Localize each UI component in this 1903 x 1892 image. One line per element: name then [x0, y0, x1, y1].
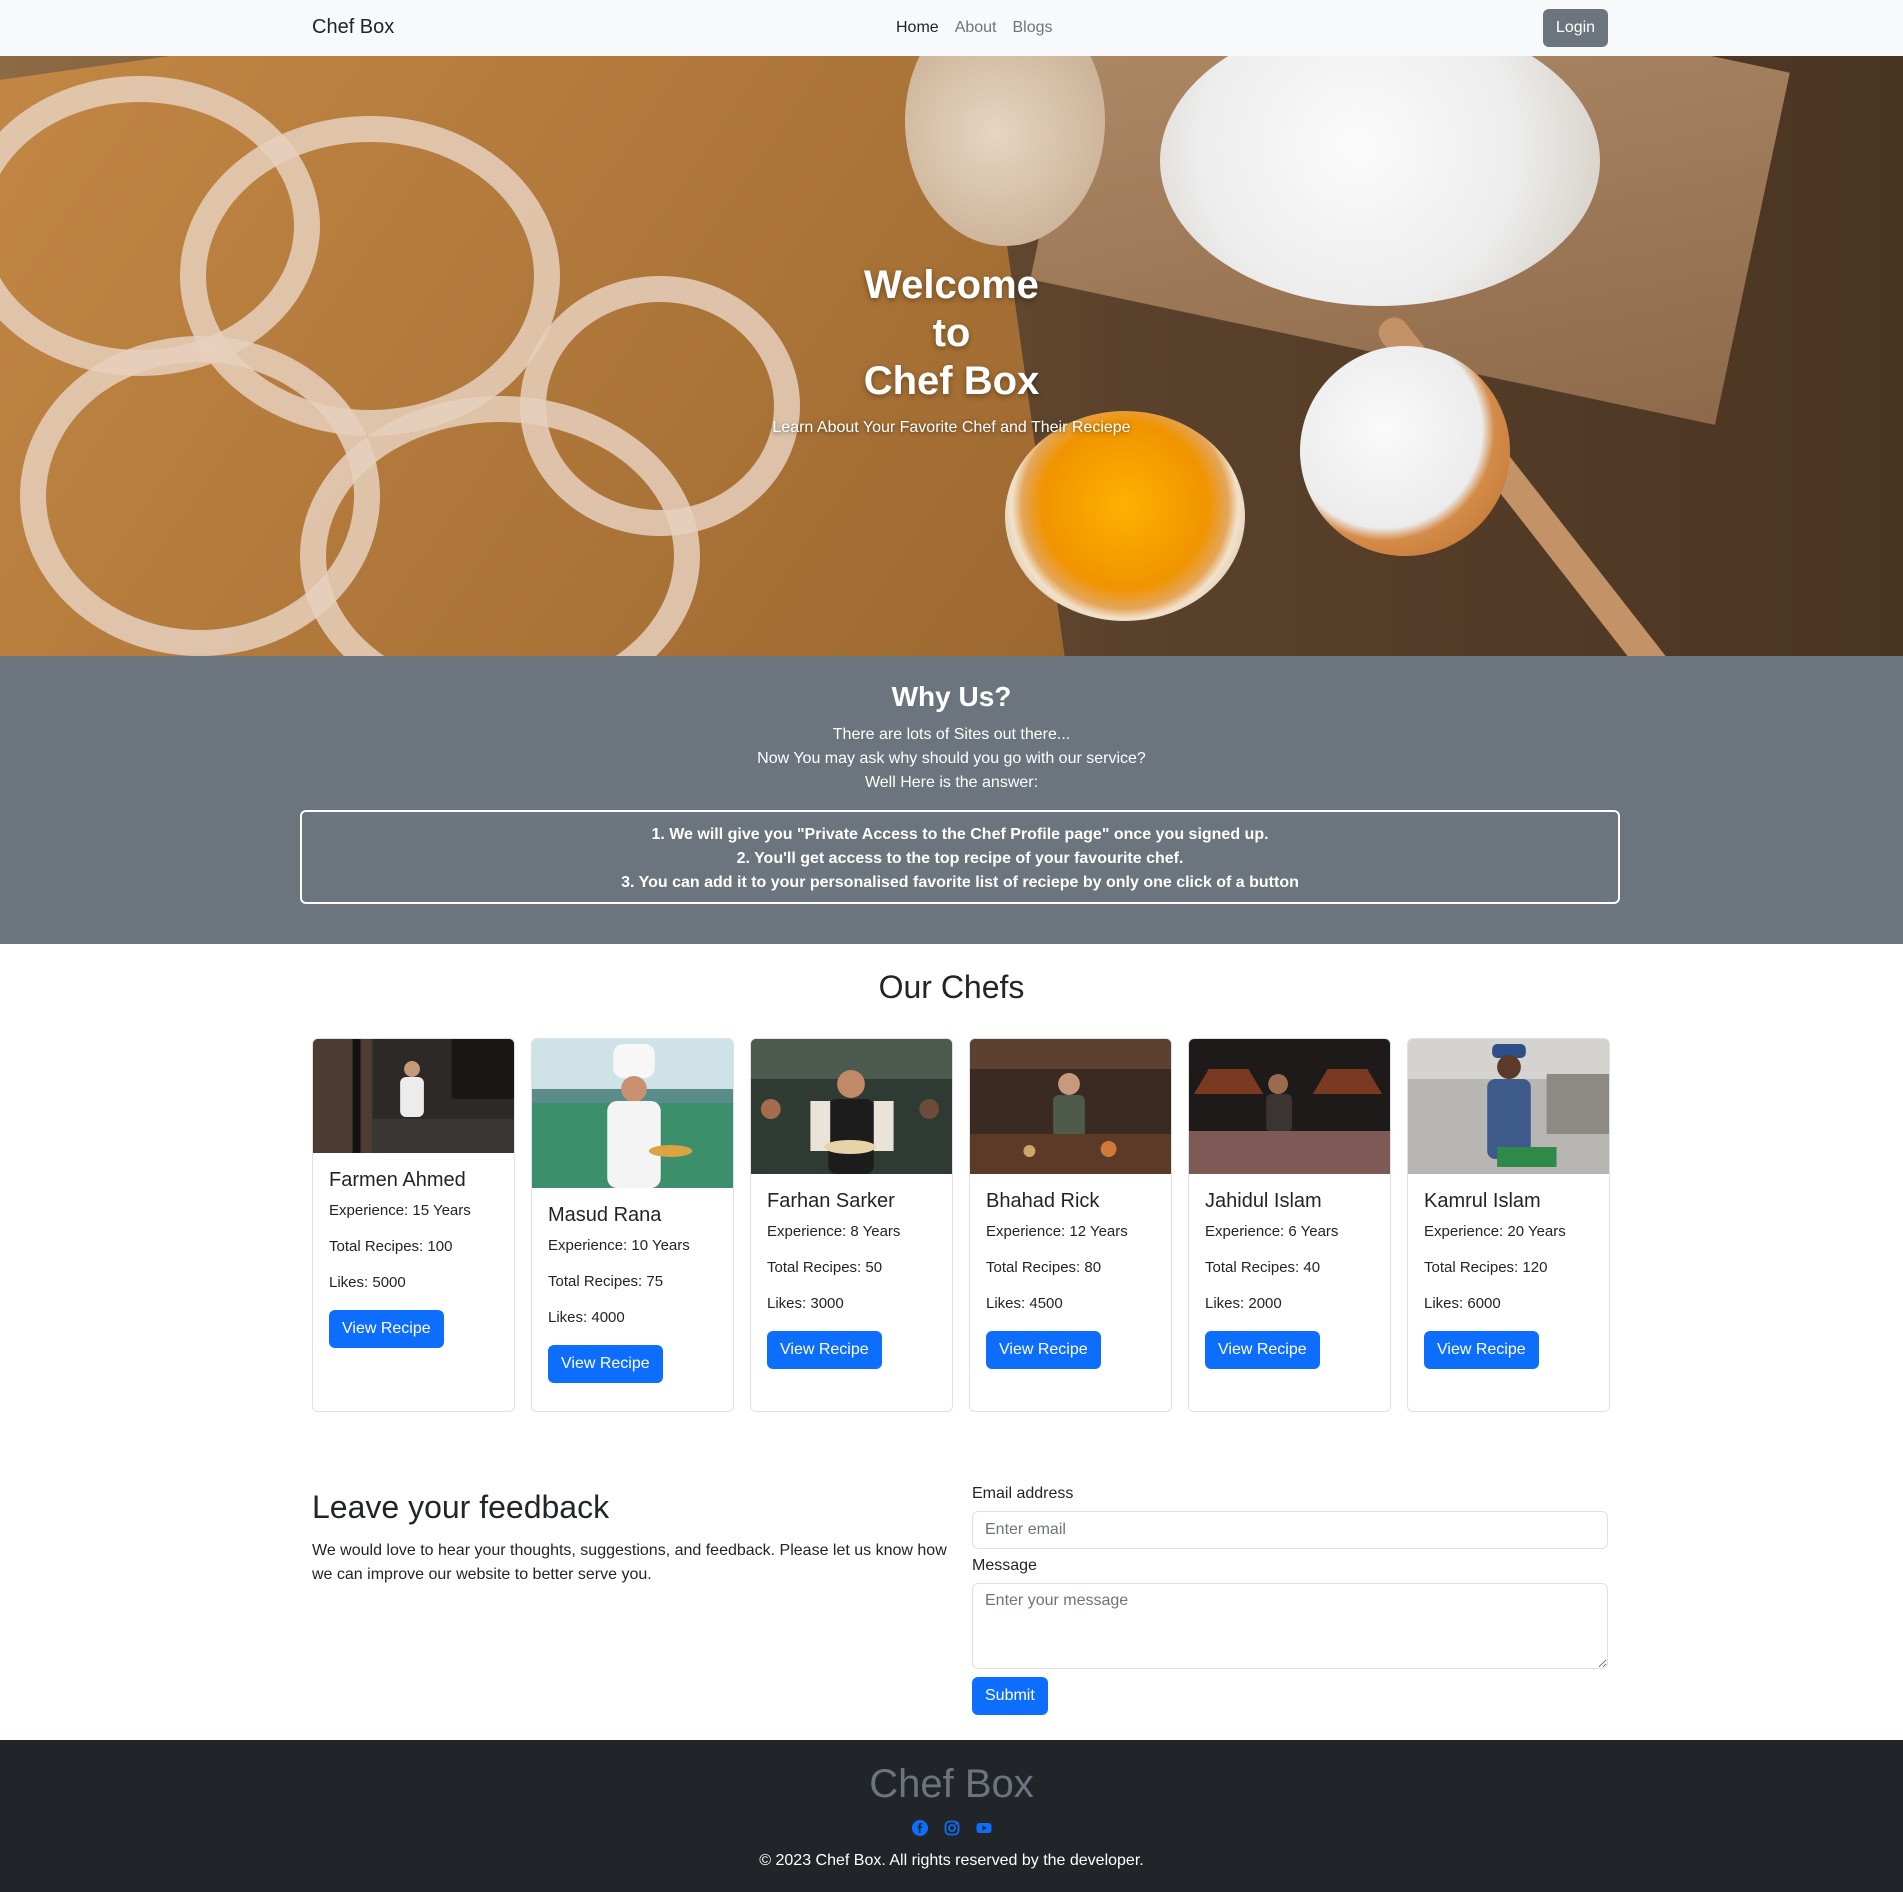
chef-total-recipes: Total Recipes: 75 [548, 1273, 664, 1290]
chef-card: Bhahad Rick Experience: 12 Years Total R… [969, 1038, 1172, 1412]
hero-bg-egg-yolk [1005, 411, 1245, 621]
chef-photo [970, 1039, 1171, 1174]
view-recipe-button[interactable]: View Recipe [1424, 1331, 1539, 1369]
our-chefs-section: Our Chefs Farmen Ahmed Experience: 15 Ye… [0, 944, 1903, 1449]
chef-name: Jahidul Islam [1205, 1190, 1322, 1212]
facebook-icon[interactable] [911, 1820, 929, 1838]
chef-likes: Likes: 4000 [548, 1309, 625, 1326]
chef-total-recipes: Total Recipes: 40 [1205, 1259, 1321, 1276]
chef-name: Kamrul Islam [1424, 1190, 1541, 1212]
navbar-brand[interactable]: Chef Box [312, 16, 394, 39]
nav-links: Home About Blogs [896, 19, 1053, 37]
chef-likes: Likes: 4500 [986, 1295, 1063, 1312]
chef-experience: Experience: 12 Years [986, 1223, 1128, 1240]
chef-experience: Experience: 8 Years [767, 1223, 901, 1240]
nav-link-home[interactable]: Home [896, 19, 939, 37]
feedback-description: We would love to hear your thoughts, sug… [312, 1542, 947, 1583]
footer: Chef Box © 2023 Chef Box. All rights res… [0, 1740, 1903, 1892]
footer-brand: Chef Box [869, 1762, 1034, 1806]
chef-total-recipes: Total Recipes: 50 [767, 1259, 883, 1276]
chef-card-body: Bhahad Rick Experience: 12 Years Total R… [970, 1174, 1171, 1385]
chef-card-body: Farhan Sarker Experience: 8 Years Total … [751, 1174, 952, 1385]
view-recipe-button[interactable]: View Recipe [548, 1345, 663, 1383]
hero-subtitle: Learn About Your Favorite Chef and Their… [772, 419, 1131, 436]
nav-link-about[interactable]: About [955, 19, 997, 37]
chef-card-body: Jahidul Islam Experience: 6 Years Total … [1189, 1174, 1390, 1385]
why-us-point: 2. You'll get access to the top recipe o… [736, 850, 1184, 867]
feedback-section: Leave your feedback We would love to hea… [0, 1449, 1903, 1779]
social-links [0, 1820, 1903, 1838]
navbar: Chef Box Home About Blogs Login [0, 0, 1903, 56]
nav-link-blogs[interactable]: Blogs [1013, 19, 1053, 37]
hero-text: Welcome to Chef Box Learn About Your Fav… [0, 261, 1903, 437]
why-us-title: Why Us? [891, 681, 1012, 712]
email-field[interactable] [972, 1511, 1608, 1549]
why-us-line: Now You may ask why should you go with o… [757, 750, 1146, 767]
chef-experience: Experience: 6 Years [1205, 1223, 1339, 1240]
submit-button[interactable]: Submit [972, 1677, 1048, 1715]
chef-photo [1408, 1039, 1609, 1174]
chef-likes: Likes: 5000 [329, 1274, 406, 1291]
chef-likes: Likes: 3000 [767, 1295, 844, 1312]
chef-card: Jahidul Islam Experience: 6 Years Total … [1188, 1038, 1391, 1412]
view-recipe-button[interactable]: View Recipe [1205, 1331, 1320, 1369]
chef-experience: Experience: 10 Years [548, 1237, 690, 1254]
chef-name: Bhahad Rick [986, 1190, 1100, 1212]
why-us-answer-box: 1. We will give you "Private Access to t… [300, 810, 1620, 904]
why-us-point: 3. You can add it to your personalised f… [621, 874, 1299, 891]
view-recipe-button[interactable]: View Recipe [767, 1331, 882, 1369]
chef-total-recipes: Total Recipes: 100 [329, 1238, 453, 1255]
why-us-section: Why Us? There are lots of Sites out ther… [0, 656, 1903, 944]
message-label: Message [972, 1557, 1037, 1574]
feedback-title: Leave your feedback [312, 1489, 610, 1525]
chef-card-body: Masud Rana Experience: 10 Years Total Re… [532, 1188, 733, 1399]
chef-card: Masud Rana Experience: 10 Years Total Re… [531, 1038, 734, 1412]
chef-card-body: Kamrul Islam Experience: 20 Years Total … [1408, 1174, 1609, 1385]
our-chefs-title: Our Chefs [878, 969, 1025, 1005]
chef-photo [532, 1039, 733, 1188]
message-field[interactable] [972, 1583, 1608, 1669]
chef-card: Kamrul Islam Experience: 20 Years Total … [1407, 1038, 1610, 1412]
email-label: Email address [972, 1485, 1074, 1502]
chef-card: Farhan Sarker Experience: 8 Years Total … [750, 1038, 953, 1412]
chef-total-recipes: Total Recipes: 80 [986, 1259, 1102, 1276]
feedback-form: Email address Message Submit [972, 1485, 1608, 1715]
hero-title: Welcome to Chef Box [863, 263, 1040, 403]
chef-photo [751, 1039, 952, 1174]
why-us-intro: There are lots of Sites out there... Now… [0, 723, 1903, 795]
view-recipe-button[interactable]: View Recipe [986, 1331, 1101, 1369]
copyright-text: © 2023 Chef Box. All rights reserved by … [759, 1852, 1144, 1869]
chef-photo [313, 1039, 514, 1153]
chef-name: Farhan Sarker [767, 1190, 895, 1212]
chef-experience: Experience: 15 Years [329, 1202, 471, 1219]
chef-name: Farmen Ahmed [329, 1169, 466, 1191]
hero-banner: Welcome to Chef Box Learn About Your Fav… [0, 56, 1903, 656]
why-us-line: There are lots of Sites out there... [832, 726, 1071, 743]
chef-name: Masud Rana [548, 1204, 662, 1226]
chef-cards: Farmen Ahmed Experience: 15 Years Total … [312, 1038, 1610, 1412]
chef-total-recipes: Total Recipes: 120 [1424, 1259, 1548, 1276]
view-recipe-button[interactable]: View Recipe [329, 1310, 444, 1348]
why-us-point: 1. We will give you "Private Access to t… [651, 826, 1269, 843]
login-button[interactable]: Login [1543, 9, 1608, 47]
chef-card: Farmen Ahmed Experience: 15 Years Total … [312, 1038, 515, 1412]
instagram-icon[interactable] [943, 1820, 961, 1838]
chef-likes: Likes: 6000 [1424, 1295, 1501, 1312]
why-us-line: Well Here is the answer: [864, 774, 1039, 791]
youtube-icon[interactable] [975, 1820, 993, 1838]
chef-likes: Likes: 2000 [1205, 1295, 1282, 1312]
chef-experience: Experience: 20 Years [1424, 1223, 1566, 1240]
chef-photo [1189, 1039, 1390, 1174]
chef-card-body: Farmen Ahmed Experience: 15 Years Total … [313, 1153, 514, 1364]
